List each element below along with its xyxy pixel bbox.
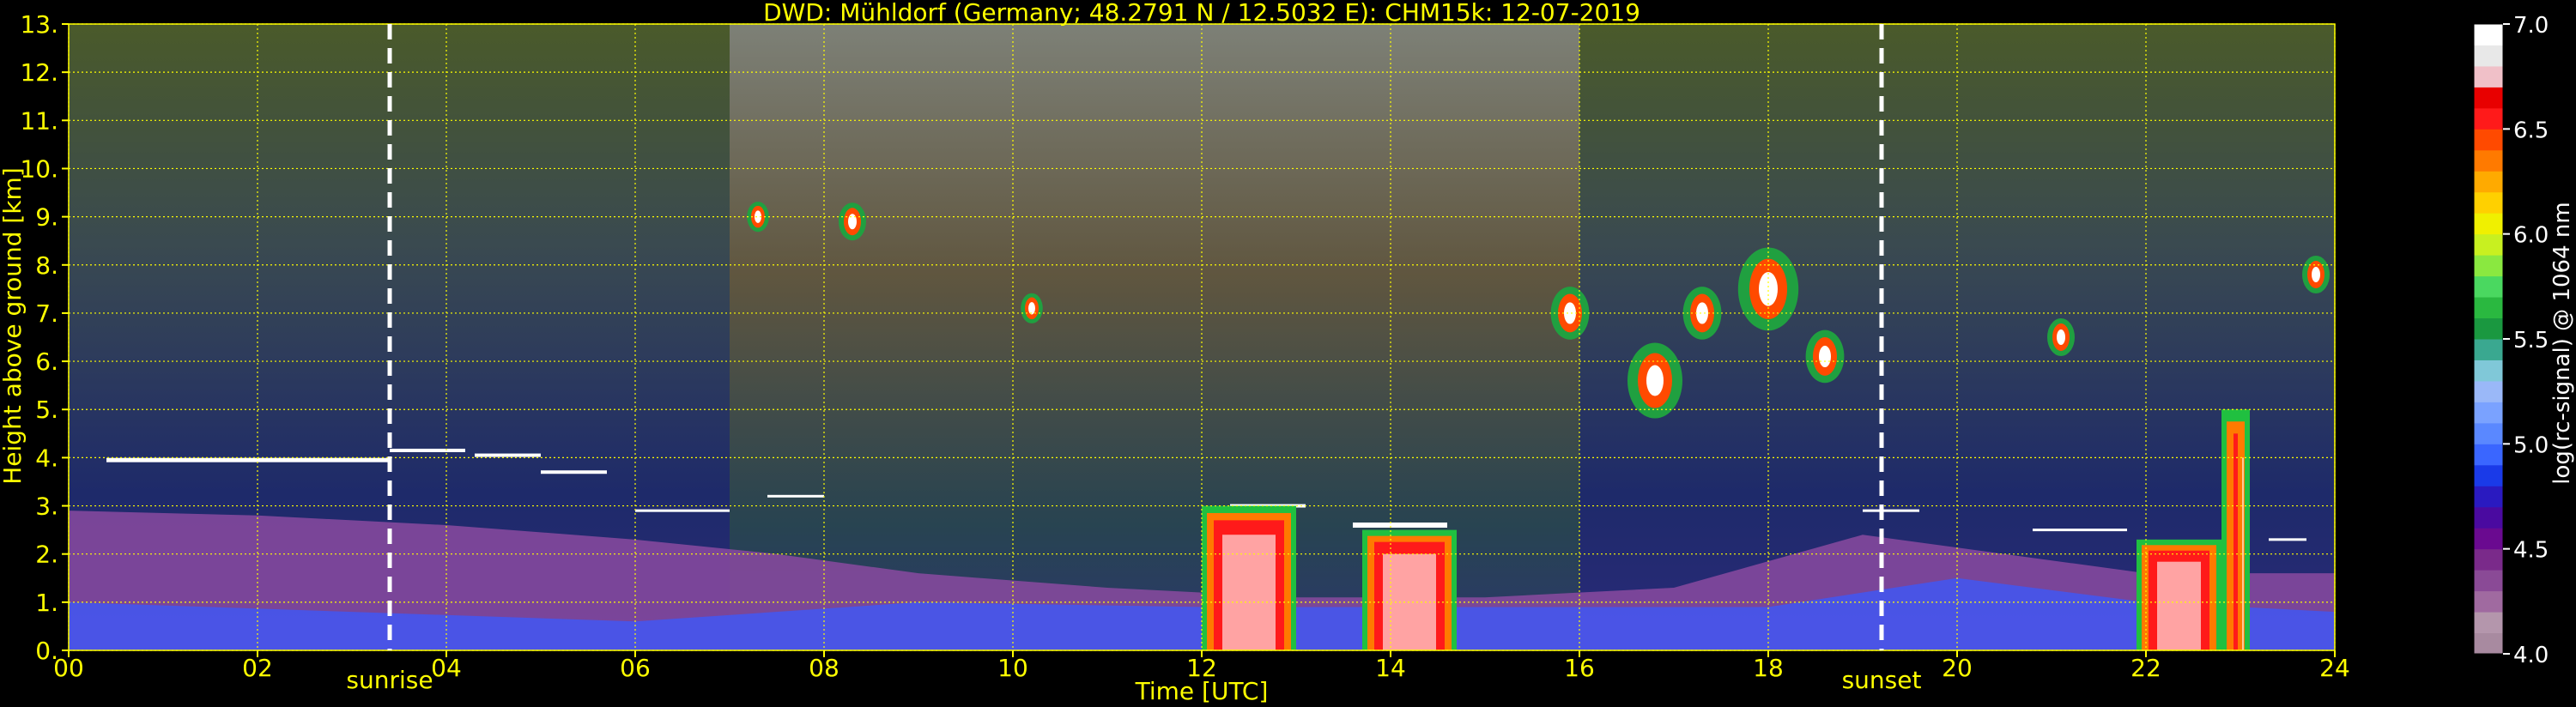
colorbar-swatch — [2474, 486, 2503, 508]
colorbar-swatch — [2474, 612, 2503, 634]
colorbar-tick-label: 4.0 — [2513, 643, 2549, 668]
colorbar-swatch — [2474, 402, 2503, 424]
colorbar: 4.0 4.5 5.0 5.5 6.0 6.5 7.0 — [2473, 13, 2549, 668]
y-tick-label: 12. — [20, 58, 58, 87]
colorbar-label: log(rc-signal) @ 1064 nm — [2549, 202, 2575, 484]
cloud-patch-8 — [2047, 318, 2075, 356]
x-tick-label: 24 — [2319, 654, 2350, 682]
colorbar-swatch — [2474, 444, 2503, 466]
colorbar-swatch — [2474, 275, 2503, 298]
colorbar-swatch — [2474, 213, 2503, 235]
y-tick-label: 4. — [35, 444, 58, 472]
colorbar-tick-label: 4.5 — [2513, 538, 2549, 564]
cloud-layer-0 — [106, 457, 390, 462]
colorbar-swatch — [2474, 297, 2503, 319]
convective-plume-3 — [2221, 409, 2250, 650]
colorbar-swatch — [2474, 570, 2503, 592]
y-tick-label: 6. — [35, 347, 58, 376]
y-tick-label: 13. — [20, 10, 58, 39]
sunset-label: sunset — [1842, 666, 1922, 694]
colorbar-tick-label: 7.0 — [2513, 13, 2549, 39]
x-axis-label: Time [UTC] — [1135, 677, 1269, 705]
colorbar-swatch — [2474, 129, 2503, 151]
convective-plume-2 — [2137, 539, 2221, 650]
cloud-layer-4 — [635, 509, 730, 512]
x-tick-label: 18 — [1753, 654, 1784, 682]
x-tick-label: 08 — [809, 654, 839, 682]
colorbar-swatch — [2474, 107, 2503, 130]
colorbar-swatch — [2474, 339, 2503, 360]
colorbar-tick-label: 5.5 — [2513, 328, 2549, 354]
colorbar-swatch — [2474, 548, 2503, 571]
cloud-patch-1 — [839, 202, 866, 241]
colorbar-swatch — [2474, 45, 2503, 67]
colorbar-tick-label: 6.5 — [2513, 118, 2549, 143]
cloud-layer-9 — [2033, 529, 2127, 532]
colorbar-swatch — [2474, 87, 2503, 109]
colorbar-swatch — [2474, 191, 2503, 214]
x-tick-label: 06 — [620, 654, 651, 682]
chart-title: DWD: Mühldorf (Germany; 48.2791 N / 12.5… — [763, 0, 1640, 27]
cloud-patch-7 — [1805, 329, 1845, 384]
cloud-patch-9 — [2302, 256, 2330, 293]
colorbar-swatch — [2474, 171, 2503, 193]
cloud-patch-5 — [1682, 287, 1722, 340]
colorbar-swatch — [2474, 380, 2503, 402]
convective-plume-1 — [1362, 529, 1457, 650]
cloud-patch-4 — [1627, 342, 1682, 419]
x-tick-label: 02 — [242, 654, 273, 682]
cloud-layer-2 — [475, 453, 541, 457]
colorbar-swatch — [2474, 317, 2503, 340]
y-tick-label: 9. — [35, 203, 58, 232]
y-tick-label: 7. — [35, 299, 58, 328]
colorbar-swatch — [2474, 65, 2503, 88]
x-tick-label: 22 — [2131, 654, 2161, 682]
sunrise-label: sunrise — [346, 666, 433, 694]
y-tick-label: 5. — [35, 396, 58, 424]
colorbar-swatch — [2474, 360, 2503, 382]
x-tick-label: 16 — [1564, 654, 1595, 682]
x-tick-label: 14 — [1375, 654, 1406, 682]
colorbar-swatch — [2474, 255, 2503, 277]
y-axis-label: Height above ground [km] — [0, 167, 27, 485]
cloud-patch-3 — [1550, 287, 1590, 340]
cloud-layer-1 — [390, 448, 465, 452]
cloud-patch-2 — [1021, 293, 1043, 323]
y-tick-label: 3. — [35, 492, 58, 521]
cloud-layer-7 — [1353, 523, 1447, 528]
y-tick-label: 2. — [35, 541, 58, 569]
colorbar-swatch — [2474, 24, 2503, 45]
convective-plume-0 — [1202, 505, 1296, 650]
x-tick-label: 10 — [997, 654, 1028, 682]
y-tick-label: 0. — [35, 637, 58, 665]
colorbar-swatch — [2474, 590, 2503, 613]
cloud-layer-8 — [1863, 509, 1919, 512]
colorbar-swatch — [2474, 149, 2503, 172]
cloud-layer-5 — [767, 494, 824, 498]
cloud-patch-6 — [1737, 247, 1799, 331]
x-tick-label: 20 — [1942, 654, 1973, 682]
y-tick-label: 11. — [20, 106, 58, 135]
x-tick-label: 04 — [431, 654, 462, 682]
colorbar-swatch — [2474, 528, 2503, 550]
y-axis: 0.1.2.3.4.5.6.7.8.9.10.11.12.13. — [20, 10, 69, 665]
colorbar-tick-label: 5.0 — [2513, 432, 2549, 458]
cloud-layer-10 — [2269, 538, 2306, 541]
plot-area — [68, 23, 2336, 651]
colorbar-tick-label: 6.0 — [2513, 223, 2549, 249]
colorbar-swatch — [2474, 632, 2503, 655]
colorbar-swatch — [2474, 233, 2503, 256]
cloud-layer-3 — [541, 470, 607, 474]
ceilometer-chart: sunrise sunset 00 02 04 06 08 10 12 14 16 18 20 22 24… — [0, 0, 2575, 705]
colorbar-swatch — [2474, 464, 2503, 486]
colorbar-swatch — [2474, 506, 2503, 529]
y-tick-label: 1. — [35, 589, 58, 617]
y-tick-label: 8. — [35, 251, 58, 280]
colorbar-swatch — [2474, 422, 2503, 444]
